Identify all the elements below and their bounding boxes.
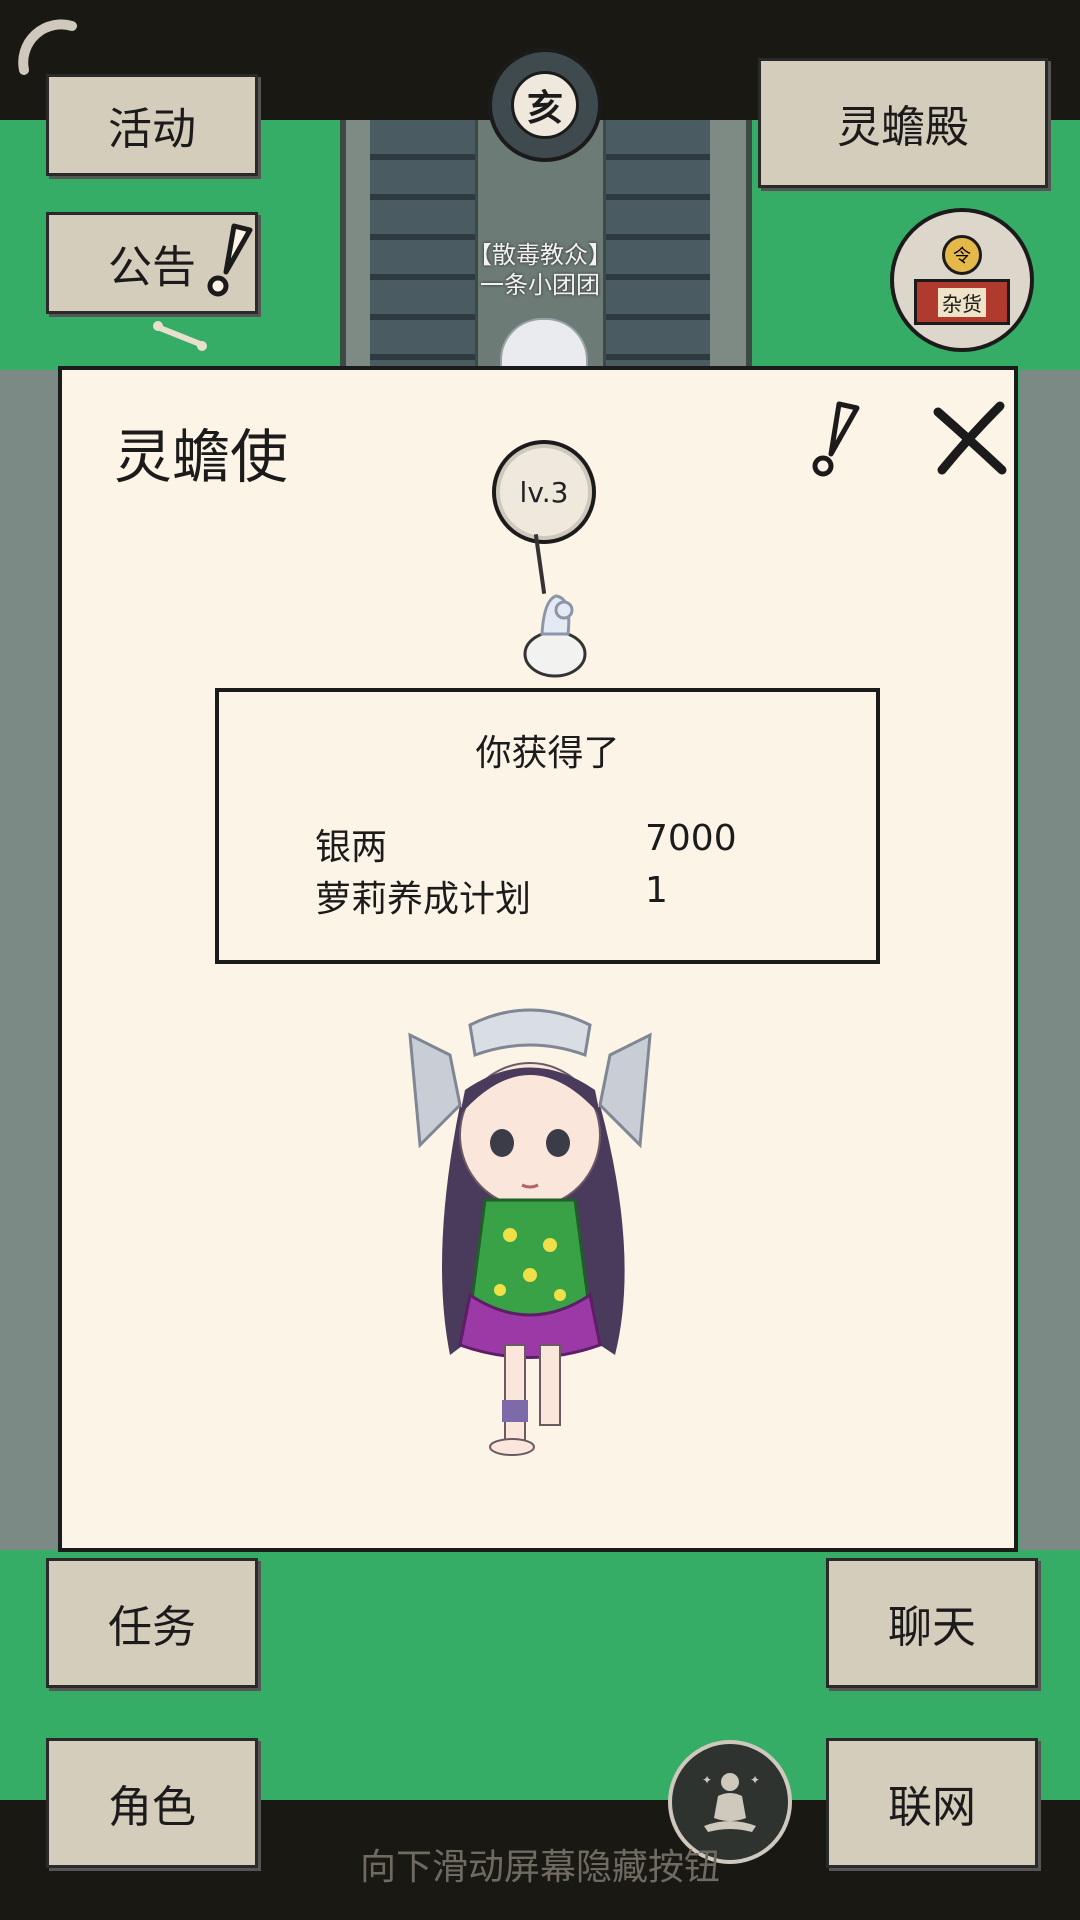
reward-heading: 你获得了 bbox=[475, 733, 620, 774]
right-wall bbox=[1020, 370, 1080, 1550]
npc-name: 一条小团团 bbox=[480, 271, 600, 299]
task-button[interactable]: 任务 bbox=[46, 1558, 258, 1688]
left-wall bbox=[0, 370, 60, 1550]
loading-arc-icon bbox=[18, 19, 77, 75]
character-illustration bbox=[408, 1008, 652, 1456]
meditation-figure: ✦ ✦ bbox=[702, 1773, 760, 1832]
svg-text:✦: ✦ bbox=[702, 1773, 712, 1787]
reward-name: 银两 bbox=[315, 827, 388, 868]
zodiac-char: 亥 bbox=[511, 71, 579, 139]
pouch-icon bbox=[523, 594, 587, 678]
notice-exclamation-icon bbox=[207, 223, 253, 297]
close-icon[interactable] bbox=[930, 400, 1010, 480]
reward-qty: 1 bbox=[645, 870, 668, 911]
npc-label[interactable]: 【散毒教众】 一条小团团 bbox=[430, 240, 650, 300]
hall-button[interactable]: 灵蟾殿 bbox=[758, 58, 1048, 188]
shop-icon[interactable]: 令 杂货 bbox=[890, 208, 1034, 352]
level-badge: lv.3 bbox=[492, 440, 596, 544]
svg-text:✦: ✦ bbox=[750, 1773, 760, 1787]
shop-sign: 杂货 bbox=[938, 287, 986, 317]
chat-button[interactable]: 聊天 bbox=[826, 1558, 1038, 1688]
dialog-title: 灵蟾使 bbox=[114, 423, 289, 491]
shop-token: 令 bbox=[942, 235, 982, 275]
reward-row: 萝莉养成计划 1 bbox=[315, 870, 875, 920]
zodiac-icon[interactable]: 亥 bbox=[488, 48, 602, 162]
npc-faction: 【散毒教众】 bbox=[468, 241, 612, 269]
reward-name: 萝莉养成计划 bbox=[315, 879, 532, 920]
reward-row: 银两 7000 bbox=[315, 818, 875, 868]
activity-button[interactable]: 活动 bbox=[46, 74, 258, 176]
reward-qty: 7000 bbox=[645, 818, 737, 859]
exclamation-icon[interactable] bbox=[805, 400, 865, 480]
bone-icon bbox=[153, 321, 207, 351]
swipe-hint: 向下滑动屏幕隐藏按钮 bbox=[359, 1847, 720, 1888]
